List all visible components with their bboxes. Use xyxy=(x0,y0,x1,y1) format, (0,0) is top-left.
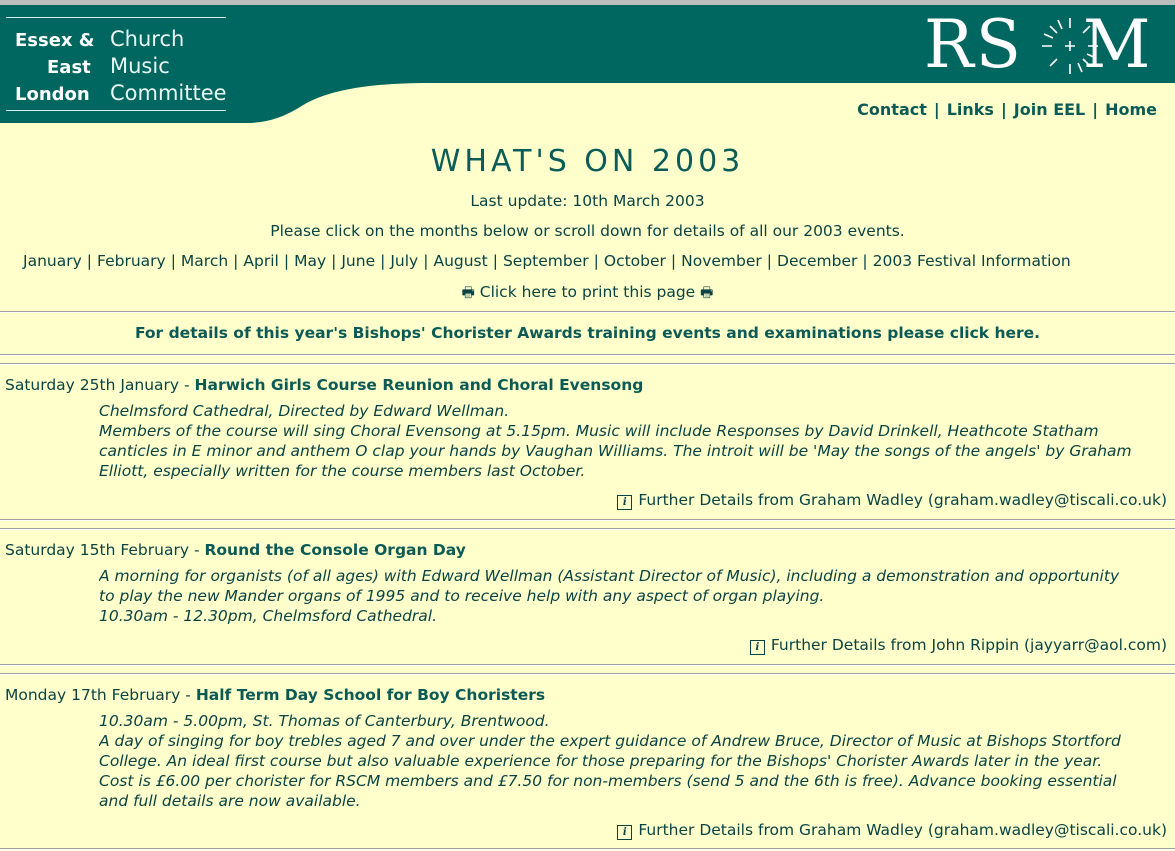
print-link[interactable]: 🖶 Click here to print this page 🖶 xyxy=(0,282,1175,306)
top-navigation: Contact | Links | Join EEL | Home xyxy=(857,100,1157,119)
event-heading: Monday 17th February - Half Term Day Sch… xyxy=(5,686,546,704)
instruction-text: Please click on the months below or scro… xyxy=(270,222,905,240)
event-contact[interactable]: i Further Details from Graham Wadley (gra… xyxy=(617,491,1167,510)
info-icon: i xyxy=(617,495,633,510)
logo-line-music: Music xyxy=(110,54,170,78)
logo-committee-name: Church Music Committee xyxy=(110,26,227,107)
rscm-starburst-icon xyxy=(1042,18,1098,74)
divider xyxy=(0,664,1175,666)
festival-info-link[interactable]: 2003 Festival Information xyxy=(873,252,1071,270)
month-link-november[interactable]: November xyxy=(681,252,762,270)
month-link-january[interactable]: January xyxy=(23,252,82,270)
nav-links-link[interactable]: Links xyxy=(947,100,994,119)
printer-icon: 🖶 xyxy=(700,285,714,301)
event-title: Harwich Girls Course Reunion and Choral … xyxy=(194,376,644,394)
event-title: Round the Console Organ Day xyxy=(204,541,466,559)
logo-line-east: East xyxy=(47,57,91,78)
event-item: Saturday 25th January - Harwich Girls Co… xyxy=(0,376,1175,516)
logo-line-london: London xyxy=(15,84,90,105)
divider xyxy=(0,519,1175,521)
event-contact[interactable]: i Further Details from John Rippin (jayya… xyxy=(749,636,1167,655)
rscm-logo-rs: RS xyxy=(924,6,1023,83)
event-date: Saturday 25th January xyxy=(5,376,180,394)
divider xyxy=(0,311,1175,313)
month-link-july[interactable]: July xyxy=(390,252,418,270)
month-link-september[interactable]: September xyxy=(503,252,589,270)
event-date: Saturday 15th February xyxy=(5,541,190,559)
info-icon: i xyxy=(617,825,633,840)
month-link-june[interactable]: June xyxy=(341,252,375,270)
month-link-december[interactable]: December xyxy=(777,252,857,270)
chorister-awards-link[interactable]: For details of this year's Bishops' Chor… xyxy=(0,324,1175,342)
page-title: WHAT'S ON 2003 xyxy=(430,144,745,179)
divider xyxy=(0,673,1175,675)
info-icon: i xyxy=(749,640,765,655)
logo-region-names: Essex & East London xyxy=(15,27,95,108)
month-link-april[interactable]: April xyxy=(243,252,278,270)
event-date: Monday 17th February xyxy=(5,686,181,704)
event-description: Chelmsford Cathedral, Directed by Edward… xyxy=(99,402,1132,480)
event-heading: Saturday 15th February - Round the Conso… xyxy=(5,541,466,559)
last-update-text: Last update: 10th March 2003 xyxy=(470,192,705,210)
logo-line-essex: Essex & xyxy=(15,30,95,51)
event-heading: Saturday 25th January - Harwich Girls Co… xyxy=(5,376,644,394)
month-link-october[interactable]: October xyxy=(604,252,666,270)
event-contact[interactable]: i Further Details from Graham Wadley (gra… xyxy=(617,821,1167,840)
divider xyxy=(0,848,1175,850)
month-link-february[interactable]: February xyxy=(97,252,166,270)
eel-logo[interactable]: Essex & East London Church Music Committ… xyxy=(6,17,227,111)
event-item: Saturday 15th February - Round the Conso… xyxy=(0,541,1175,661)
month-link-march[interactable]: March xyxy=(181,252,228,270)
divider xyxy=(0,528,1175,530)
month-link-august[interactable]: August xyxy=(433,252,487,270)
event-description: A morning for organists (of all ages) wi… xyxy=(99,567,1120,625)
event-item: Monday 17th February - Half Term Day Sch… xyxy=(0,686,1175,846)
event-description: 10.30am - 5.00pm, St. Thomas of Canterbu… xyxy=(99,712,1121,810)
month-navigation: January | February | March | April | May | June | Ju… xyxy=(23,252,1071,270)
printer-icon: 🖶 xyxy=(461,285,475,301)
divider xyxy=(0,354,1175,356)
print-link-label: Click here to print this page xyxy=(479,283,696,301)
nav-join-eel-link[interactable]: Join EEL xyxy=(1014,100,1085,119)
logo-line-committee: Committee xyxy=(110,81,227,105)
event-title: Half Term Day School for Boy Choristers xyxy=(195,686,546,704)
month-link-may[interactable]: May xyxy=(294,252,326,270)
divider xyxy=(0,363,1175,365)
logo-line-church: Church xyxy=(110,27,185,51)
nav-home-link[interactable]: Home xyxy=(1105,100,1157,119)
nav-contact-link[interactable]: Contact xyxy=(857,100,927,119)
